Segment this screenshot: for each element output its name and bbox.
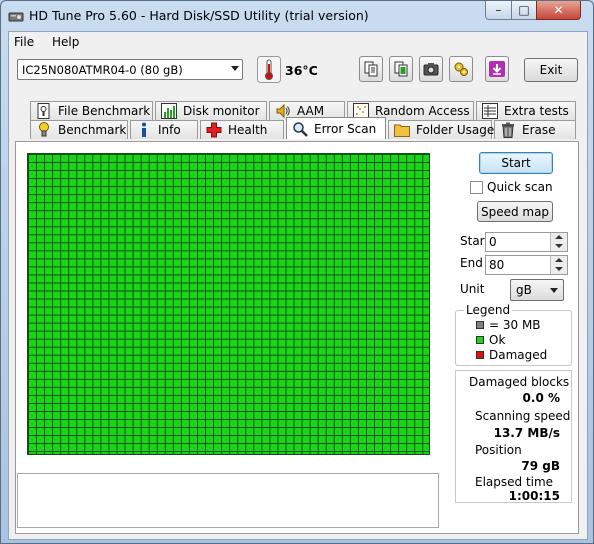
end-position-stepper[interactable]: 80 [485, 255, 568, 275]
tab-health-label: Health [228, 123, 268, 137]
end-position-value: 80 [489, 258, 505, 272]
camera-icon [423, 63, 439, 76]
legend-damaged: Damaged [489, 348, 548, 362]
info-icon [136, 122, 152, 138]
tab-health[interactable]: Health [200, 120, 284, 139]
thermometer-icon [257, 56, 281, 83]
window-title: HD Tune Pro 5.60 - Hard Disk/SSD Utility… [29, 8, 369, 23]
chevron-down-icon [550, 288, 558, 293]
legend-group: Legend = 30 MB Ok Damaged [455, 303, 572, 366]
benchmark-icon [36, 122, 52, 138]
tab-folder-usage-label: Folder Usage [416, 123, 495, 137]
title-bar[interactable]: HD Tune Pro 5.60 - Hard Disk/SSD Utility… [1, 1, 593, 31]
temperature-readout: 36°C [285, 63, 318, 78]
elapsed-time-value: 1:00:15 [508, 489, 560, 503]
save-button[interactable] [485, 56, 509, 82]
tab-error-scan-label: Error Scan [314, 121, 377, 136]
save-download-icon [489, 61, 505, 77]
folder-icon [394, 122, 410, 138]
options-button[interactable] [449, 56, 473, 82]
copy-text-icon [364, 61, 378, 77]
copy-screenshot-icon [394, 61, 408, 77]
health-cross-icon [206, 122, 222, 138]
tab-erase-label: Erase [522, 123, 556, 137]
tab-file-benchmark[interactable]: File Benchmark [30, 101, 153, 120]
toolbar: IC25N080ATMR04-0 (80 gB) 36°C Exit [9, 52, 587, 92]
unit-select-value: gB [516, 283, 532, 297]
menu-help[interactable]: Help [52, 35, 79, 49]
start-button[interactable]: Start [479, 152, 553, 174]
tab-extra-tests[interactable]: Extra tests [476, 101, 576, 120]
start-position-value: 0 [489, 235, 497, 249]
tab-aam-label: AAM [297, 104, 325, 118]
tab-error-scan[interactable]: Error Scan [286, 117, 386, 139]
copy-screenshot-button[interactable] [389, 56, 413, 82]
scan-log-box [17, 473, 439, 528]
screenshot-button[interactable] [419, 56, 443, 82]
extra-tests-icon [482, 103, 498, 119]
legend-swatch-block [476, 321, 484, 329]
copy-text-button[interactable] [359, 56, 383, 82]
stepper-down-icon[interactable] [550, 242, 567, 251]
tab-erase[interactable]: Erase [494, 120, 576, 139]
minimize-button[interactable]: – [485, 1, 512, 20]
damaged-blocks-value: 0.0 % [522, 391, 560, 405]
speed-map-button[interactable]: Speed map [477, 201, 553, 222]
hd-tune-app-icon [8, 12, 24, 22]
position-value: 79 gB [521, 459, 560, 473]
start-position-stepper[interactable]: 0 [485, 232, 568, 252]
tab-folder-usage[interactable]: Folder Usage [388, 120, 495, 139]
error-scan-icon [292, 121, 308, 137]
legend-ok: Ok [489, 333, 506, 347]
damaged-blocks-label: Damaged blocks [469, 375, 570, 389]
tab-disk-monitor[interactable]: Disk monitor [155, 101, 267, 120]
legend-title: Legend [464, 303, 513, 317]
options-icon [454, 62, 468, 76]
tab-info-label: Info [158, 123, 181, 137]
error-scan-block-map [27, 153, 430, 455]
disk-monitor-icon [161, 103, 177, 119]
scanning-speed-label: Scanning speed [475, 409, 571, 423]
chevron-down-icon [231, 66, 239, 71]
scanning-speed-value: 13.7 MB/s [493, 426, 560, 440]
close-button[interactable]: ✕ [536, 1, 581, 20]
file-benchmark-icon [36, 103, 52, 119]
trash-icon [500, 122, 516, 138]
position-label: Position [475, 443, 522, 457]
tab-disk-monitor-label: Disk monitor [183, 104, 260, 118]
menu-file[interactable]: File [14, 35, 34, 49]
tab-benchmark-label: Benchmark [58, 123, 127, 137]
end-field-label: End [460, 256, 483, 270]
elapsed-time-label: Elapsed time [475, 475, 554, 489]
stepper-down-icon[interactable] [550, 265, 567, 274]
exit-button[interactable]: Exit [524, 58, 578, 82]
tab-file-benchmark-label: File Benchmark [58, 104, 151, 118]
unit-label: Unit [460, 282, 485, 296]
tab-benchmark[interactable]: Benchmark [30, 120, 128, 139]
tab-info[interactable]: Info [130, 120, 198, 139]
quick-scan-checkbox[interactable] [470, 181, 483, 194]
scan-stats-box: Damaged blocks 0.0 % Scanning speed 13.7… [455, 370, 572, 503]
drive-select-value: IC25N080ATMR04-0 (80 gB) [22, 63, 183, 77]
maximize-button[interactable]: □ [511, 1, 537, 20]
app-window: HD Tune Pro 5.60 - Hard Disk/SSD Utility… [0, 0, 594, 544]
drive-select[interactable]: IC25N080ATMR04-0 (80 gB) [17, 59, 243, 80]
menu-bar: File Help [9, 32, 587, 52]
legend-swatch-damaged [476, 351, 484, 359]
tab-random-access-label: Random Access [375, 104, 470, 118]
unit-select[interactable]: gB [510, 279, 564, 301]
tab-extra-tests-label: Extra tests [504, 104, 569, 118]
quick-scan-label[interactable]: Quick scan [487, 180, 553, 194]
legend-block-size: = 30 MB [489, 318, 541, 332]
legend-swatch-ok [476, 336, 484, 344]
